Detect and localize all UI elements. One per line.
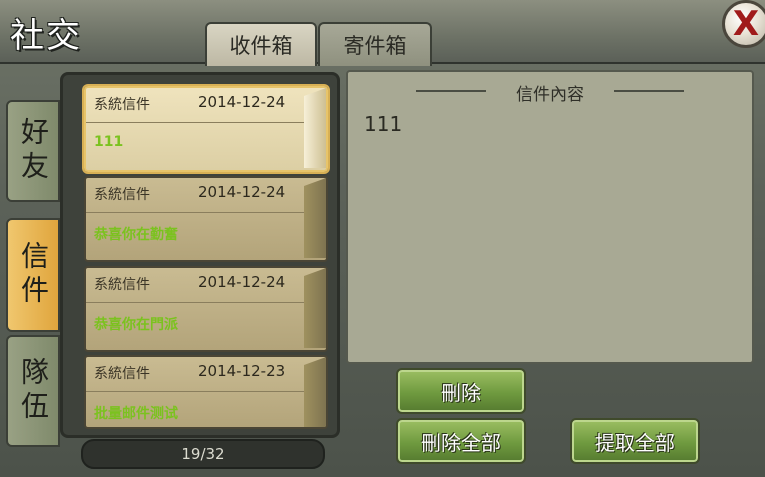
envelope-flap-icon — [304, 357, 326, 427]
divider — [86, 391, 312, 392]
window-title: 社交 — [10, 16, 82, 56]
divider — [86, 212, 312, 213]
side-tab-friends[interactable]: 好友 — [6, 100, 60, 202]
mail-date: 2014-12-24 — [198, 273, 286, 291]
mail-content-panel: 信件內容 111 — [346, 70, 754, 364]
mail-date: 2014-12-23 — [198, 362, 286, 380]
mail-date: 2014-12-24 — [198, 183, 286, 201]
side-tab-mail[interactable]: 信件 — [6, 218, 60, 332]
divider — [86, 302, 312, 303]
mail-count: 19/32 — [81, 439, 325, 469]
take-all-button[interactable]: 提取全部 — [570, 418, 700, 464]
delete-button[interactable]: 刪除 — [396, 368, 526, 414]
mail-sender: 系統信件 — [94, 366, 150, 382]
mail-item[interactable]: 系統信件 2014-12-24 111 — [84, 86, 328, 172]
envelope-flap-icon — [304, 268, 326, 348]
delete-all-button[interactable]: 刪除全部 — [396, 418, 526, 464]
content-header: 信件內容 — [516, 85, 584, 105]
mail-item[interactable]: 系統信件 2014-12-23 批量邮件测试 — [84, 355, 328, 429]
ornament-right-icon — [614, 90, 684, 92]
envelope-flap-icon — [304, 178, 326, 258]
mail-subject: 批量邮件测试 — [94, 406, 178, 422]
divider — [86, 122, 312, 123]
mail-subject: 恭喜你在門派 — [94, 317, 178, 333]
mail-subject: 恭喜你在勤奮 — [94, 227, 178, 243]
envelope-flap-icon — [304, 88, 326, 168]
mail-sender: 系統信件 — [94, 277, 150, 293]
tab-outbox[interactable]: 寄件箱 — [318, 22, 432, 66]
mail-date: 2014-12-24 — [198, 93, 286, 111]
mail-subject: 111 — [94, 134, 124, 150]
content-body: 111 — [364, 112, 403, 136]
close-icon: X — [732, 4, 760, 44]
mail-item[interactable]: 系統信件 2014-12-24 恭喜你在門派 — [84, 266, 328, 352]
mail-item[interactable]: 系統信件 2014-12-24 恭喜你在勤奮 — [84, 176, 328, 262]
tab-inbox[interactable]: 收件箱 — [205, 22, 317, 66]
close-button[interactable]: X — [722, 0, 765, 48]
mail-sender: 系統信件 — [94, 187, 150, 203]
mail-sender: 系統信件 — [94, 97, 150, 113]
side-tab-team[interactable]: 隊伍 — [6, 335, 60, 447]
